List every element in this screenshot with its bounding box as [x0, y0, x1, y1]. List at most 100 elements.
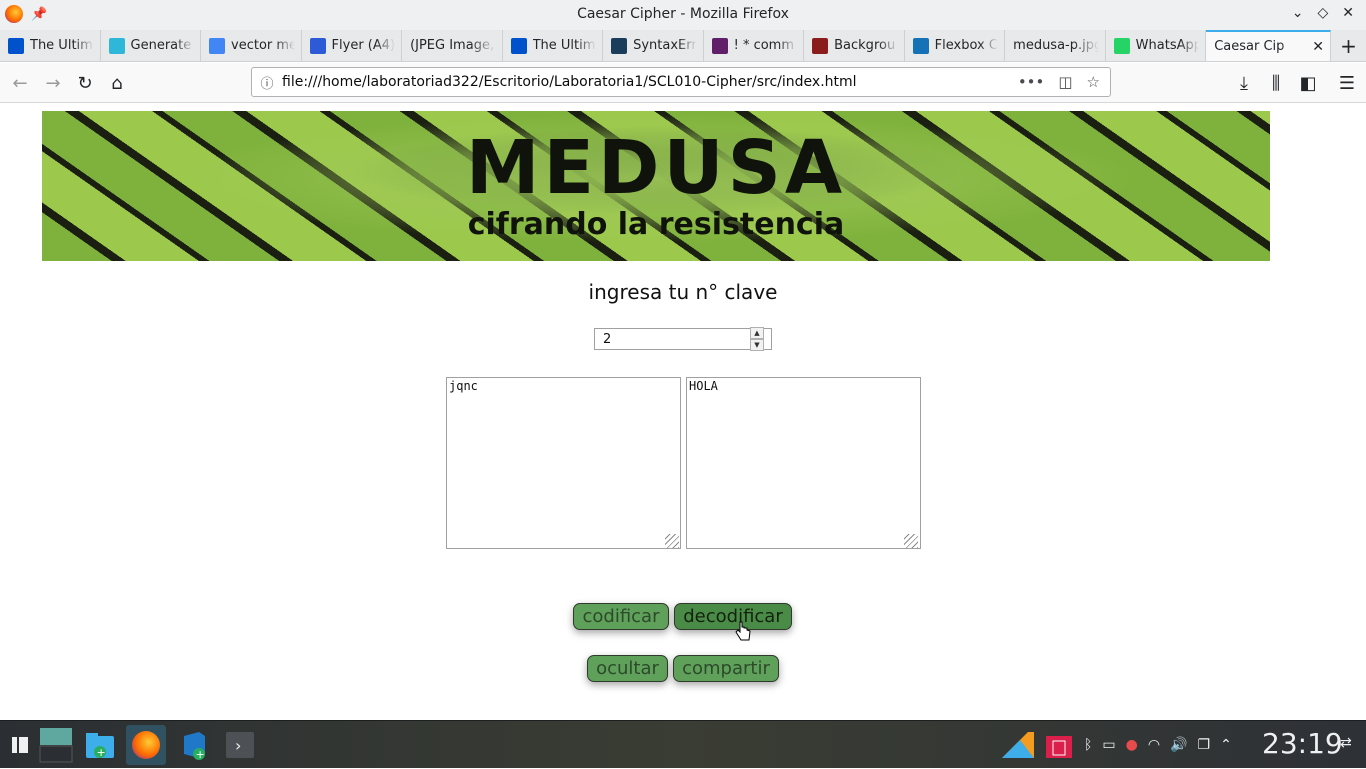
clock[interactable]: 23:19	[1262, 727, 1343, 760]
tab-label: vector me	[231, 38, 295, 53]
navigation-toolbar: ← → ↻ ⌂ ⓘ file:///home/laboratoriad322/E…	[0, 63, 1366, 103]
minimize-icon[interactable]: ⌄	[1292, 5, 1304, 21]
battery-icon[interactable]: ▭	[1102, 737, 1115, 753]
whatsapp-icon	[1113, 37, 1130, 54]
downloads-icon[interactable]: ⤓	[1232, 71, 1256, 95]
clipboard-icon[interactable]: ❐	[1198, 737, 1211, 753]
tab-11[interactable]: WhatsApp	[1106, 30, 1207, 61]
taskbar: + + › ᛒ ▭ ● ◠ 🔊 ❐ ⌃ 23:19 ⇄	[0, 720, 1366, 768]
tab-1[interactable]: Generate	[101, 30, 202, 61]
generate-icon	[108, 37, 125, 54]
svg-text:+: +	[196, 748, 205, 760]
panel-settings-icon[interactable]: ⇄	[1340, 735, 1352, 751]
system-tray: ᛒ ▭ ● ◠ 🔊 ❐ ⌃	[1002, 721, 1232, 769]
key-number-field[interactable]: ▲ ▼	[594, 327, 772, 351]
url-text[interactable]: file:///home/laboratoriad322/Escritorio/…	[282, 74, 1018, 90]
tab-7[interactable]: ! * comm	[704, 30, 805, 61]
input-textarea[interactable]: jqnc	[446, 377, 681, 549]
key-stepper[interactable]: ▲ ▼	[750, 327, 764, 351]
tab-label: Flexbox C	[934, 38, 998, 53]
css-icon	[912, 37, 929, 54]
tab-label: The Ultim	[30, 38, 93, 53]
wifi-icon[interactable]: ◠	[1148, 737, 1160, 753]
reload-button[interactable]: ↻	[73, 71, 97, 95]
tab-label: (JPEG Image,	[410, 38, 495, 53]
vscode-icon[interactable]: +	[174, 725, 214, 765]
expand-tray-icon[interactable]: ⌃	[1220, 737, 1232, 753]
svg-text:+: +	[97, 746, 106, 759]
info-icon[interactable]: ⓘ	[252, 73, 282, 92]
resize-grip-icon[interactable]	[904, 534, 918, 548]
tab-6[interactable]: SyntaxErr	[603, 30, 704, 61]
encode-button[interactable]: codificar	[573, 603, 669, 630]
forward-button[interactable]: →	[41, 71, 65, 95]
google-icon	[209, 37, 226, 54]
resize-grip-icon[interactable]	[665, 534, 679, 548]
banner-title: MEDUSA	[465, 125, 847, 211]
close-tab-icon[interactable]: ✕	[1312, 39, 1324, 55]
new-tab-button[interactable]: +	[1331, 30, 1366, 61]
syntax-icon	[611, 37, 628, 54]
menu-icon[interactable]: ☰	[1335, 71, 1359, 95]
back-button[interactable]: ←	[8, 71, 32, 95]
hand-cursor-icon	[735, 621, 751, 641]
tab-8[interactable]: Backgrou	[804, 30, 905, 61]
share-button[interactable]: compartir	[673, 655, 779, 682]
page-content: MEDUSA cifrando la resistencia ingresa t…	[0, 104, 1366, 719]
tab-strip: The Ultim Generate vector me Flyer (A4) (JPE…	[0, 30, 1366, 62]
atlassian-icon	[510, 37, 527, 54]
file-manager-icon[interactable]: +	[80, 725, 120, 765]
tab-label: The Ultim	[532, 38, 596, 53]
app-launcher-icon[interactable]	[0, 725, 40, 765]
stepper-down-icon[interactable]: ▼	[750, 339, 764, 351]
tab-label: Generate	[130, 38, 192, 53]
tab-4[interactable]: (JPEG Image,	[402, 30, 503, 61]
hide-button[interactable]: ocultar	[587, 655, 668, 682]
sidebar-icon[interactable]: ◧	[1296, 71, 1320, 95]
svg-text:›: ›	[235, 736, 241, 755]
stepper-up-icon[interactable]: ▲	[750, 327, 764, 339]
bluetooth-icon[interactable]: ᛒ	[1084, 737, 1092, 753]
home-button[interactable]: ⌂	[105, 71, 129, 95]
tab-label: Caesar Cip	[1214, 39, 1285, 54]
tab-label: ! * comm	[733, 38, 795, 53]
page-actions-icon[interactable]: •••	[1018, 73, 1045, 91]
tab-label: SyntaxErr	[633, 38, 697, 53]
url-bar[interactable]: ⓘ file:///home/laboratoriad322/Escritori…	[251, 67, 1111, 97]
decode-button[interactable]: decodificar	[674, 603, 792, 630]
volume-icon[interactable]: 🔊	[1170, 737, 1187, 753]
tab-label: Flyer (A4)	[331, 38, 396, 53]
key-number-input[interactable]	[595, 329, 750, 349]
slack-icon	[711, 37, 728, 54]
tab-12[interactable]: Caesar Cip ✕	[1206, 30, 1331, 61]
w3c-icon	[812, 37, 829, 54]
desktop-pager-icon[interactable]	[36, 725, 76, 765]
output-textarea[interactable]: HOLA	[686, 377, 921, 549]
pocket-icon[interactable]: ◫	[1058, 73, 1072, 91]
canva-icon	[309, 37, 326, 54]
tab-label: medusa-p.jpg	[1013, 38, 1099, 53]
tab-10[interactable]: medusa-p.jpg	[1005, 30, 1106, 61]
window-title: Caesar Cipher - Mozilla Firefox	[577, 6, 789, 22]
color-picker-icon[interactable]	[1002, 732, 1034, 758]
trash-icon[interactable]	[1044, 732, 1074, 758]
maximize-icon[interactable]: ◇	[1317, 5, 1328, 21]
atlassian-icon	[8, 37, 24, 54]
close-window-icon[interactable]: ✕	[1342, 5, 1354, 21]
key-prompt: ingresa tu n° clave	[588, 280, 778, 304]
terminal-icon[interactable]: ›	[220, 725, 260, 765]
medusa-banner: MEDUSA cifrando la resistencia	[42, 111, 1270, 261]
tab-label: WhatsApp	[1135, 38, 1200, 53]
tab-label: Backgrou	[834, 38, 896, 53]
library-icon[interactable]: ⫼	[1264, 71, 1288, 95]
banner-subtitle: cifrando la resistencia	[467, 207, 845, 242]
window-titlebar: 📌 Caesar Cipher - Mozilla Firefox ⌄ ◇ ✕	[0, 0, 1366, 30]
ghost-icon[interactable]: ●	[1126, 737, 1138, 753]
tab-9[interactable]: Flexbox C	[905, 30, 1006, 61]
firefox-taskbar-icon[interactable]	[126, 725, 166, 765]
tab-3[interactable]: Flyer (A4)	[302, 30, 403, 61]
tab-2[interactable]: vector me	[201, 30, 302, 61]
tab-0[interactable]: The Ultim	[0, 30, 101, 61]
tab-5[interactable]: The Ultim	[503, 30, 604, 61]
bookmark-star-icon[interactable]: ☆	[1087, 73, 1100, 91]
